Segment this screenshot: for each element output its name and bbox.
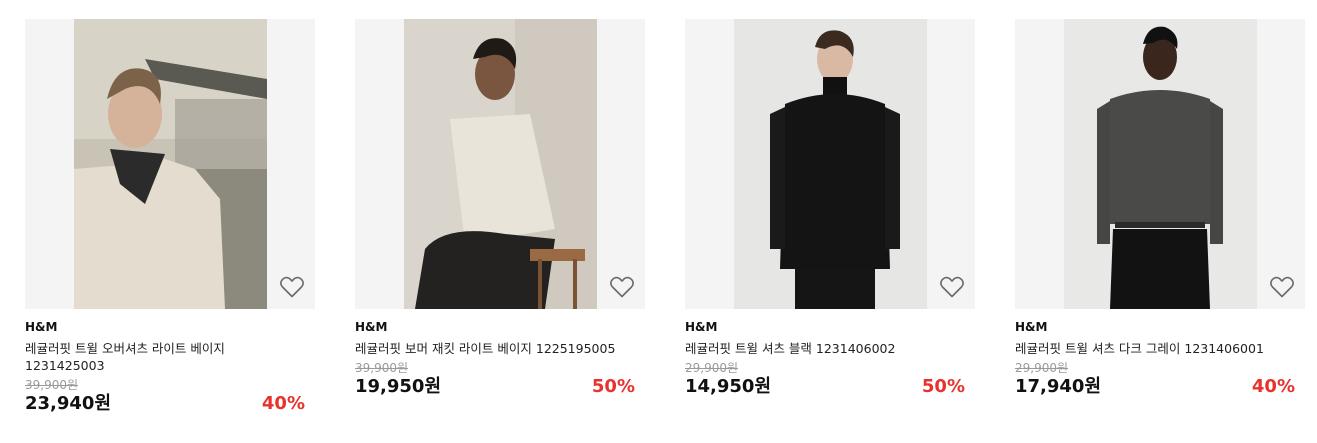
product-image[interactable] bbox=[1015, 19, 1305, 309]
product-name[interactable]: 레귤러핏 보머 재킷 라이트 베이지 1225195005 bbox=[355, 340, 645, 357]
price-row: 23,940원 40% bbox=[25, 392, 315, 416]
product-brand: H&M bbox=[355, 320, 388, 334]
original-price: 29,900원 bbox=[685, 361, 739, 375]
original-price: 39,900원 bbox=[25, 378, 79, 392]
discount-rate: 40% bbox=[1251, 376, 1295, 397]
product-card[interactable]: H&M 레귤러핏 트윌 셔츠 다크 그레이 1231406001 29,900원… bbox=[1015, 19, 1305, 399]
original-price: 29,900원 bbox=[1015, 361, 1069, 375]
product-photo bbox=[404, 19, 597, 309]
heart-outline-icon[interactable] bbox=[279, 275, 305, 299]
price-row: 14,950원 50% bbox=[685, 375, 975, 399]
product-image[interactable] bbox=[355, 19, 645, 309]
sale-price: 19,950원 bbox=[355, 376, 442, 397]
discount-rate: 40% bbox=[261, 393, 305, 414]
sale-price: 17,940원 bbox=[1015, 376, 1102, 397]
price-row: 17,940원 40% bbox=[1015, 375, 1305, 399]
heart-outline-icon[interactable] bbox=[1269, 275, 1295, 299]
original-price: 39,900원 bbox=[355, 361, 409, 375]
heart-outline-icon[interactable] bbox=[939, 275, 965, 299]
product-photo bbox=[734, 19, 927, 309]
price-row: 19,950원 50% bbox=[355, 375, 645, 399]
product-card[interactable]: H&M 레귤러핏 트윌 셔츠 블랙 1231406002 29,900원 14,… bbox=[685, 19, 975, 399]
product-grid: H&M 레귤러핏 트윌 오버셔츠 라이트 베이지 1231425003 39,9… bbox=[0, 0, 1317, 443]
product-brand: H&M bbox=[685, 320, 718, 334]
sale-price: 23,940원 bbox=[25, 393, 112, 414]
discount-rate: 50% bbox=[921, 376, 965, 397]
product-card[interactable]: H&M 레귤러핏 보머 재킷 라이트 베이지 1225195005 39,900… bbox=[355, 19, 645, 399]
sale-price: 14,950원 bbox=[685, 376, 772, 397]
product-image[interactable] bbox=[25, 19, 315, 309]
product-brand: H&M bbox=[25, 320, 58, 334]
product-image[interactable] bbox=[685, 19, 975, 309]
discount-rate: 50% bbox=[591, 376, 635, 397]
product-brand: H&M bbox=[1015, 320, 1048, 334]
product-photo bbox=[74, 19, 267, 309]
product-name[interactable]: 레귤러핏 트윌 셔츠 블랙 1231406002 bbox=[685, 340, 975, 357]
product-photo bbox=[1064, 19, 1257, 309]
product-name[interactable]: 레귤러핏 트윌 오버셔츠 라이트 베이지 1231425003 bbox=[25, 340, 235, 374]
heart-outline-icon[interactable] bbox=[609, 275, 635, 299]
product-name[interactable]: 레귤러핏 트윌 셔츠 다크 그레이 1231406001 bbox=[1015, 340, 1305, 357]
product-card[interactable]: H&M 레귤러핏 트윌 오버셔츠 라이트 베이지 1231425003 39,9… bbox=[25, 19, 315, 416]
